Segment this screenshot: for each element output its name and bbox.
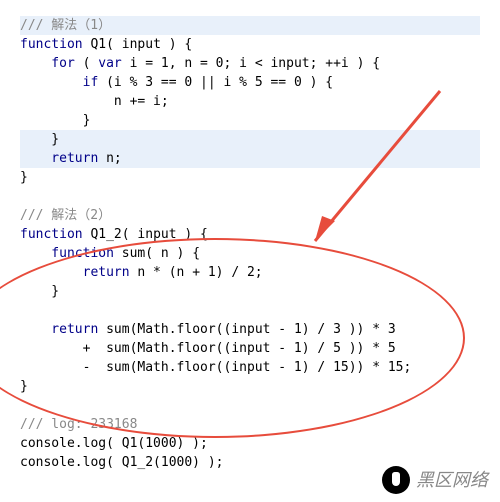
code-text: } xyxy=(20,130,480,149)
kw-if: if xyxy=(20,75,98,90)
code-text: n * (n + 1) / 2; xyxy=(130,265,263,280)
code-text: + sum(Math.floor((input - 1) / 5 )) * 5 xyxy=(20,341,396,356)
kw-var: var xyxy=(98,56,121,71)
code-text: sum( n ) { xyxy=(114,246,200,261)
code-text: } xyxy=(20,170,28,185)
code-comment: /// log: 233168 xyxy=(20,417,137,432)
blank-line xyxy=(20,189,28,204)
code-comment: /// 解法（2） xyxy=(20,208,111,223)
code-text: console.log( Q1(1000) ); xyxy=(20,436,208,451)
code-text: } xyxy=(20,284,59,299)
code-text: i = 1, n = 0; i < input; ++i ) { xyxy=(122,56,380,71)
kw-function: function xyxy=(20,246,114,261)
code-text: n += i; xyxy=(20,94,169,109)
code-text: Q1_2( input ) { xyxy=(83,227,208,242)
kw-function: function xyxy=(20,37,83,52)
code-text: ( xyxy=(75,56,98,71)
code-text: n; xyxy=(98,151,121,166)
code-text: (i % 3 == 0 || i % 5 == 0 ) { xyxy=(98,75,333,90)
blank-line xyxy=(20,303,28,318)
code-text: - sum(Math.floor((input - 1) / 15)) * 15… xyxy=(20,360,411,375)
watermark-text: 黑区网络 xyxy=(416,471,488,490)
mushroom-icon xyxy=(382,466,410,494)
watermark: 黑区网络 xyxy=(382,466,488,494)
code-text: } xyxy=(20,113,90,128)
code-block: /// 解法（1） function Q1( input ) { for ( va… xyxy=(0,0,500,488)
blank-line xyxy=(20,398,28,413)
kw-for: for xyxy=(20,56,75,71)
code-text: console.log( Q1_2(1000) ); xyxy=(20,455,224,470)
code-text: } xyxy=(20,379,28,394)
kw-function: function xyxy=(20,227,83,242)
kw-return: return xyxy=(20,265,130,280)
code-text: sum(Math.floor((input - 1) / 3 )) * 3 xyxy=(98,322,395,337)
code-text: Q1( input ) { xyxy=(83,37,193,52)
code-comment: /// 解法（1） xyxy=(20,16,480,35)
kw-return: return xyxy=(20,322,98,337)
kw-return: return xyxy=(20,151,98,166)
